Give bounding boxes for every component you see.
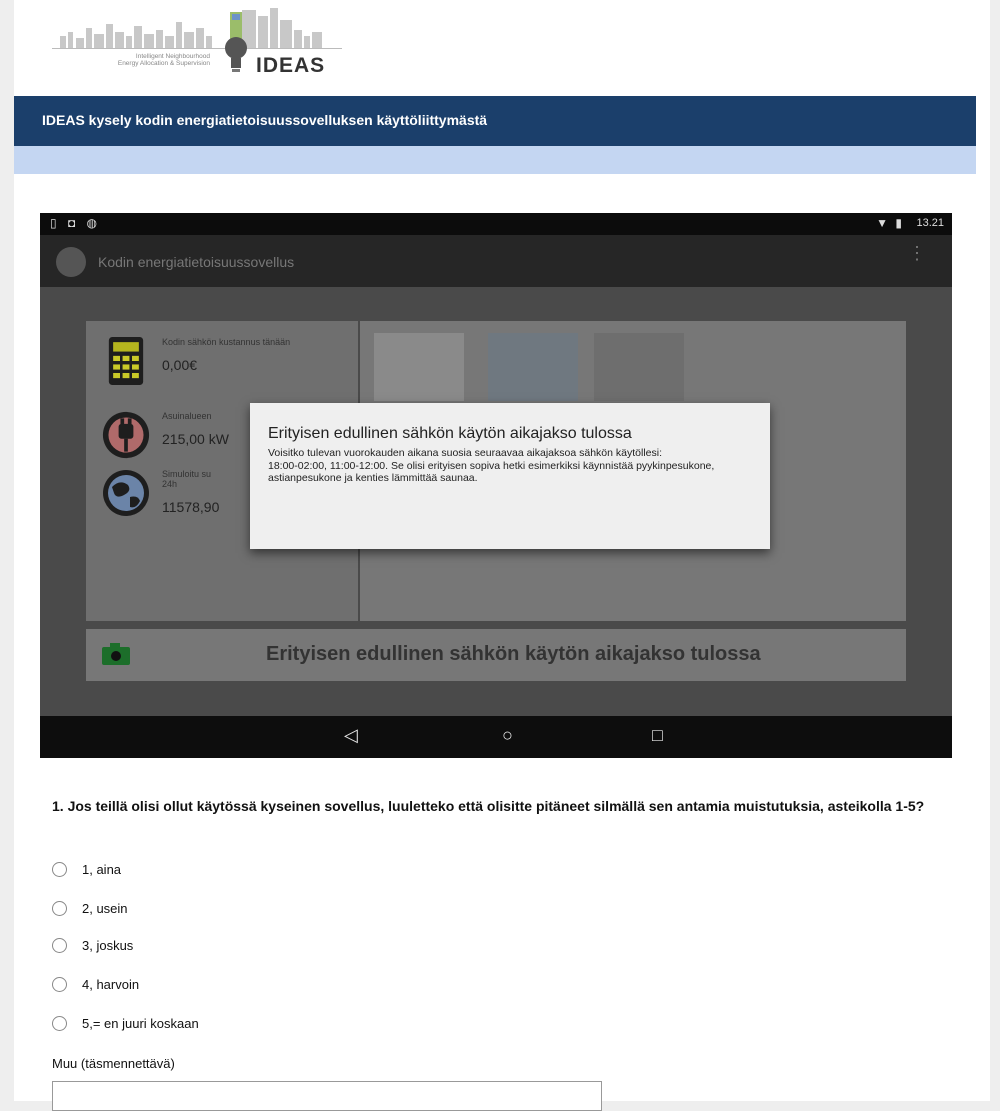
option-label[interactable]: 2, usein bbox=[82, 901, 128, 916]
stat-label: Kodin sähkön kustannus tänään bbox=[162, 337, 291, 347]
dialog-title: Erityisen edullinen sähkön käytön aikaja… bbox=[268, 425, 632, 442]
question-text: 1. Jos teillä olisi ollut käytössä kysei… bbox=[52, 798, 925, 814]
option-label[interactable]: 3, joskus bbox=[82, 938, 133, 953]
appliance-photo bbox=[594, 333, 684, 401]
home-icon: ○ bbox=[502, 725, 513, 745]
logo-brand: IDEAS bbox=[256, 54, 326, 77]
plug-icon bbox=[102, 411, 150, 459]
notification-banner: Erityisen edullinen sähkön käytön aikaja… bbox=[86, 629, 906, 681]
appliance-photo bbox=[488, 333, 578, 401]
lightbulb-icon bbox=[225, 37, 247, 72]
app-title: Kodin energiatietoisuussovellus bbox=[98, 254, 295, 270]
option-label[interactable]: 1, aina bbox=[82, 862, 121, 877]
other-label: Muu (täsmennettävä) bbox=[52, 1056, 175, 1071]
globe-icon bbox=[103, 470, 149, 516]
other-input[interactable] bbox=[52, 1081, 602, 1111]
app-logo-icon bbox=[56, 247, 86, 277]
ideas-logo: Intelligent Neighbourhood Energy Allocat… bbox=[52, 6, 352, 78]
stat-value: 0,00€ bbox=[162, 357, 198, 373]
stat-value: 11578,90 bbox=[162, 499, 220, 515]
notification-icons: ▯ ◘ ◍ bbox=[50, 216, 101, 230]
status-time: 13.21 bbox=[916, 217, 944, 229]
radio-button[interactable] bbox=[52, 1016, 67, 1031]
dialog-body: Voisitko tulevan vuorokauden aikana suos… bbox=[268, 447, 715, 484]
stat-label: Asuinalueen bbox=[162, 411, 212, 421]
back-icon: ◁ bbox=[344, 725, 358, 745]
stat-label: Simuloitu su 24h bbox=[162, 469, 212, 489]
skyline-graphic bbox=[52, 8, 342, 49]
banner-text: Erityisen edullinen sähkön käytön aikaja… bbox=[266, 643, 761, 665]
recents-icon: □ bbox=[652, 725, 663, 745]
overflow-menu-icon: ⋮ bbox=[908, 243, 926, 263]
appliance-photo bbox=[374, 333, 464, 401]
calculator-icon bbox=[108, 337, 144, 385]
option-label[interactable]: 4, harvoin bbox=[82, 977, 139, 992]
option-label[interactable]: 5,= en juuri koskaan bbox=[82, 1016, 199, 1031]
notification-dialog: Erityisen edullinen sähkön käytön aikaja… bbox=[250, 403, 770, 549]
survey-subheader-bar bbox=[14, 146, 976, 174]
stat-value: 215,00 kW bbox=[162, 431, 229, 447]
radio-button[interactable] bbox=[52, 862, 67, 877]
radio-button[interactable] bbox=[52, 977, 67, 992]
android-status-bar: ▯ ◘ ◍ ▼ ▮ 13.21 bbox=[40, 213, 952, 235]
android-nav-bar: ◁ ○ □ bbox=[40, 716, 952, 758]
radio-button[interactable] bbox=[52, 938, 67, 953]
survey-title: IDEAS kysely kodin energiatietoisuussove… bbox=[42, 112, 488, 128]
survey-title-bar: IDEAS kysely kodin energiatietoisuussove… bbox=[14, 96, 976, 146]
wifi-battery-icons: ▼ ▮ bbox=[876, 216, 904, 230]
radio-button[interactable] bbox=[52, 901, 67, 916]
app-screenshot: ▯ ◘ ◍ ▼ ▮ 13.21 Kodin energiatietoisuuss… bbox=[40, 213, 952, 758]
logo-tagline: Intelligent Neighbourhood Energy Allocat… bbox=[117, 53, 210, 67]
app-toolbar: Kodin energiatietoisuussovellus ⋮ bbox=[40, 235, 952, 287]
camera-icon bbox=[102, 643, 130, 665]
